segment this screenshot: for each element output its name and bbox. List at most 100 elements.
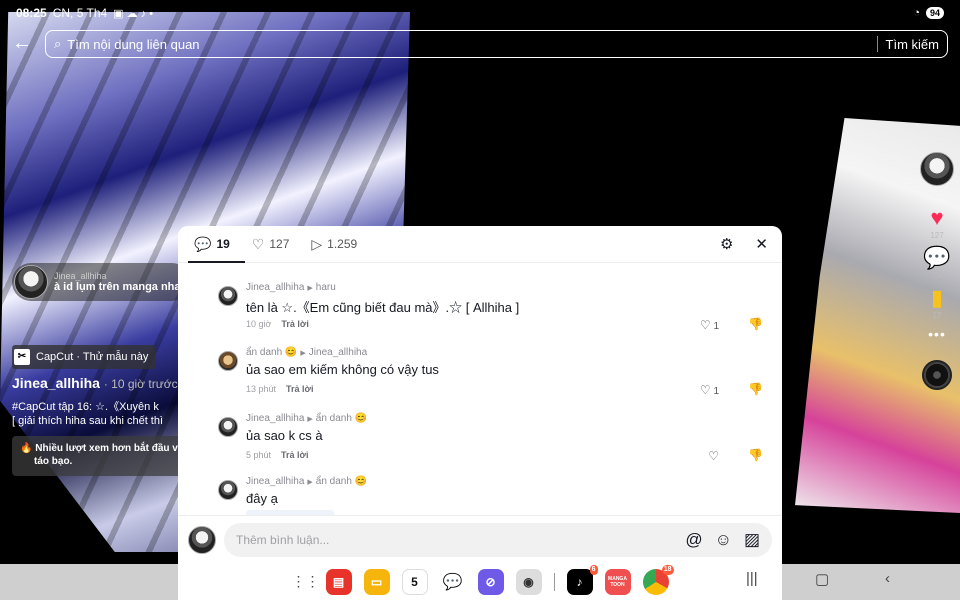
comment-reply-to[interactable]: haru [316, 282, 336, 293]
dislike-icon[interactable]: 👎 [748, 382, 763, 396]
heart-outline-icon: ♡ [699, 383, 711, 397]
tiktok-app-icon[interactable]: ♪ 6 [566, 564, 598, 595]
comment-composer: @ ☺ ▨ [178, 515, 782, 563]
notes-app-icon[interactable]: ▤ [325, 568, 352, 595]
reply-button[interactable]: Trả lời [281, 450, 308, 460]
comment-list[interactable]: Jinea_allhiha ▶ haru tên là ☆.《Em cũng biế… [178, 264, 782, 515]
bookmark-icon: ▮ [930, 285, 944, 310]
capcut-template-button[interactable]: ✂ CapCut · Thử mẫu này [12, 345, 157, 369]
comment-item: ẩn danh 😊 ▶ Jinea_allhiha ủa sao em kiếm k… [218, 347, 773, 403]
mangatoon-app-icon[interactable]: MANGA TOON [604, 568, 631, 595]
save-count: 17 [932, 311, 942, 320]
comment-user[interactable]: Jinea_allhiha [246, 282, 304, 293]
search-button[interactable]: Tìm kiếm [886, 37, 939, 52]
reply-button[interactable]: Trả lời [281, 319, 308, 329]
comment-user[interactable]: ẩn danh 😊 [246, 347, 297, 358]
comment-user[interactable]: Jinea_allhiha [246, 413, 304, 424]
comment-user[interactable]: Jinea_allhiha [246, 476, 304, 487]
filter-icon[interactable]: ⚙ [720, 235, 733, 253]
dislike-icon[interactable]: 👎 [748, 448, 763, 462]
top-comment-bubble[interactable]: Jinea_allhiha à id lụm trên manga nha [12, 263, 191, 301]
comment-button[interactable]: 💬 19 [923, 245, 951, 281]
chrome-app-icon[interactable]: 18 [642, 564, 674, 595]
comment-text: ủa sao em kiếm không có vậy tus [246, 362, 439, 377]
comment-time: 13 phút [246, 384, 277, 394]
reply-arrow-icon: ▶ [307, 285, 313, 292]
notification-icons: ▣ ☁ ♪ • [113, 7, 154, 20]
tab-comments[interactable]: 💬 19 [194, 226, 230, 263]
like-button[interactable]: ♥ 127 [930, 206, 943, 241]
search-bar: ⌕ Tìm kiếm [45, 30, 948, 58]
promo-line-1: Nhiều lượt xem hơn bắt đầu v [35, 443, 178, 454]
comment-input[interactable] [236, 532, 674, 547]
caption-line-2: [ giải thích hiha sau khi chết thì [12, 415, 164, 427]
calendar-app-icon[interactable]: 5 [401, 568, 428, 595]
video-caption[interactable]: #CapCut tập 16: ☆.《Xuyên k [ giải thích … [12, 400, 182, 428]
comment-bubble-icon: 💬 [194, 235, 212, 252]
chrome-badge: 18 [661, 564, 674, 575]
image-icon[interactable]: ▨ [744, 530, 760, 550]
heart-outline-icon: ♡ [251, 235, 265, 252]
panel-header: 💬 19 ♡ 127 ▷ 1.259 ⚙ ✕ [178, 226, 782, 263]
comment-meta: Jinea_allhiha ▶ ẩn danh 😊 [246, 413, 367, 424]
creator-avatar[interactable] [920, 152, 954, 186]
tiktok-badge: 6 [589, 564, 598, 575]
like-comment-button[interactable]: ♡ [708, 449, 719, 463]
dislike-icon[interactable]: 👎 [748, 317, 763, 331]
comment-reply-to[interactable]: Jinea_allhiha [309, 347, 367, 358]
comment-time: 5 phút [246, 450, 272, 460]
tab-likes[interactable]: ♡ 127 [252, 226, 290, 263]
tab-views[interactable]: ▷ 1.259 [311, 226, 357, 263]
app-grid-icon[interactable]: ⋮⋮ [292, 573, 320, 590]
caption-line-1: #CapCut tập 16: ☆.《Xuyên k [12, 401, 159, 413]
comment-text: ủa sao k cs à [246, 428, 323, 443]
top-comment-user: Jinea_allhiha [54, 271, 107, 281]
comment-time: 10 giờ [246, 319, 272, 329]
reply-arrow-icon: ▶ [307, 416, 313, 423]
tab-likes-count: 127 [269, 237, 290, 251]
capcut-icon: ✂ [14, 349, 30, 365]
status-time: 08:25 [16, 6, 47, 20]
comment-reply-to[interactable]: ẩn danh 😊 [316, 413, 367, 424]
avatar [14, 265, 48, 299]
battery-indicator: 94 [925, 7, 944, 19]
mention-icon[interactable]: @ [685, 530, 702, 550]
tab-comments-count: 19 [216, 237, 230, 251]
emoji-icon[interactable]: ☺ [715, 530, 732, 550]
music-disc-icon[interactable] [922, 360, 952, 390]
like-comment-button[interactable]: ♡ 1 [700, 318, 719, 332]
avatar[interactable] [218, 480, 238, 500]
comment-icon: 💬 [923, 245, 951, 270]
avatar[interactable] [218, 417, 238, 437]
promo-banner[interactable]: 🔥 Nhiều lượt xem hơn bắt đầu v táo bạo. [12, 436, 187, 476]
active-tab-indicator [188, 261, 245, 263]
comment-reply-to[interactable]: ẩn danh 😊 [316, 476, 367, 487]
save-button[interactable]: ▮ 17 [930, 285, 944, 321]
messages-app-icon[interactable]: 💬 [439, 568, 466, 595]
folder-app-icon[interactable]: ▭ [363, 568, 390, 595]
heart-outline-icon: ♡ [708, 449, 719, 463]
avatar[interactable] [218, 351, 238, 371]
camera-app-icon[interactable]: ◉ [515, 568, 542, 595]
search-input[interactable] [67, 36, 869, 52]
recent-apps-icon[interactable]: ||| [746, 570, 758, 587]
close-icon[interactable]: ✕ [755, 235, 768, 253]
more-icon[interactable]: ••• [928, 326, 946, 342]
home-icon[interactable]: ▢ [815, 570, 829, 588]
like-comment-button[interactable]: ♡ 1 [700, 383, 719, 397]
post-time: · 10 giờ trước [103, 377, 178, 391]
promo-line-2: táo bạo. [34, 456, 73, 467]
comment-item: Jinea_allhiha ▶ ẩn danh 😊 đây ạ [218, 476, 773, 515]
comment-panel: 💬 19 ♡ 127 ▷ 1.259 ⚙ ✕ Jinea_allhiha ▶ h… [178, 226, 782, 600]
fire-icon: 🔥 [20, 443, 36, 454]
my-avatar[interactable] [188, 525, 216, 554]
author-line[interactable]: Jinea_allhiha · 10 giờ trước [12, 375, 178, 391]
author-name: Jinea_allhiha [12, 375, 100, 391]
browser-app-icon[interactable]: ⊘ [477, 568, 504, 595]
reply-button[interactable]: Trả lời [286, 384, 313, 394]
comment-meta: ẩn danh 😊 ▶ Jinea_allhiha [246, 347, 367, 358]
back-arrow-icon[interactable]: ← [12, 33, 36, 55]
search-divider [876, 36, 878, 52]
system-back-icon[interactable]: ‹ [885, 570, 890, 587]
avatar[interactable] [218, 286, 238, 306]
